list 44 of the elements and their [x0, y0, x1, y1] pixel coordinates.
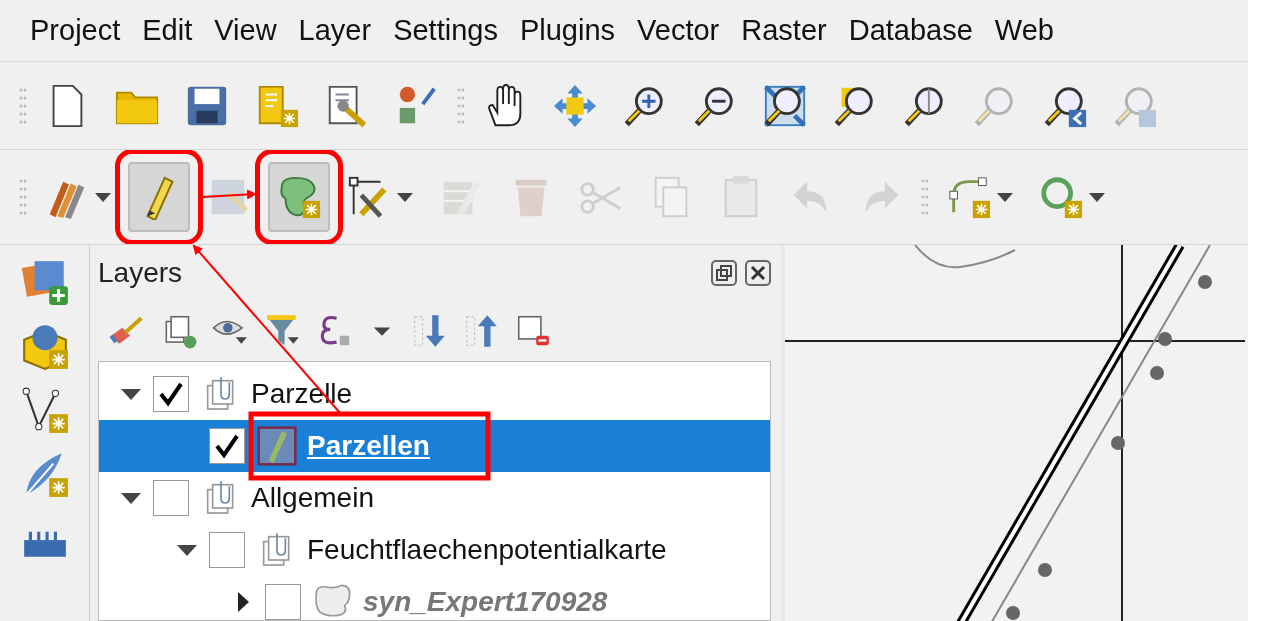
move-arrows-icon: [552, 82, 598, 129]
check-icon: [214, 433, 240, 459]
menu-item[interactable]: Database: [848, 8, 991, 53]
zoom-full-icon: [762, 82, 808, 129]
layer-row[interactable]: Feuchtflaechenpotentialkarte: [99, 524, 770, 576]
caret-icon: [996, 191, 1014, 203]
menu-item[interactable]: View: [214, 8, 295, 53]
menu-item[interactable]: Settings: [393, 8, 516, 53]
layer-checkbox[interactable]: [153, 480, 189, 516]
caret-icon: [396, 191, 414, 203]
panel-title: Layers: [98, 256, 184, 290]
menu-item[interactable]: Web: [994, 8, 1072, 53]
layer-checkbox[interactable]: [265, 584, 301, 620]
toolbar-grip-icon[interactable]: [920, 177, 930, 217]
toolbar-grip-icon[interactable]: [18, 177, 28, 217]
circle-icon: [1038, 174, 1084, 220]
menu-item[interactable]: Project: [30, 8, 139, 53]
close-icon[interactable]: [745, 260, 771, 286]
layer-name: Feuchtflaechenpotentialkarte: [307, 533, 667, 567]
float-icon[interactable]: [711, 260, 737, 286]
layer-checkbox[interactable]: [209, 532, 245, 568]
layer-checkbox[interactable]: [153, 376, 189, 412]
layer-name: syn_Expert170928: [363, 585, 608, 619]
layer-row[interactable]: Parzellen: [99, 420, 770, 472]
layer-name: Allgemein: [251, 481, 374, 515]
polygon-icon: [313, 582, 353, 620]
collapse-arrow-icon[interactable]: [120, 491, 142, 505]
menu-item[interactable]: Layer: [298, 8, 390, 53]
menu-item[interactable]: Plugins: [519, 8, 634, 53]
layer-row[interactable]: Allgemein: [99, 472, 770, 524]
expand-arrow-icon[interactable]: [236, 591, 250, 613]
layer-row[interactable]: syn_Expert170928: [99, 576, 770, 620]
caret-icon: [94, 191, 112, 203]
collapse-arrow-icon[interactable]: [176, 543, 198, 557]
check-icon: [158, 381, 184, 407]
curve-icon: [946, 174, 992, 220]
caret-icon: [1088, 191, 1106, 203]
collapse-arrow-icon[interactable]: [120, 387, 142, 401]
menu-item[interactable]: Edit: [142, 8, 211, 53]
pencil-icon: [257, 426, 297, 466]
layer-name: Parzellen: [307, 429, 430, 463]
menu-item[interactable]: Vector: [637, 8, 738, 53]
layer-checkbox[interactable]: [209, 428, 245, 464]
menu-item[interactable]: Raster: [741, 8, 845, 53]
